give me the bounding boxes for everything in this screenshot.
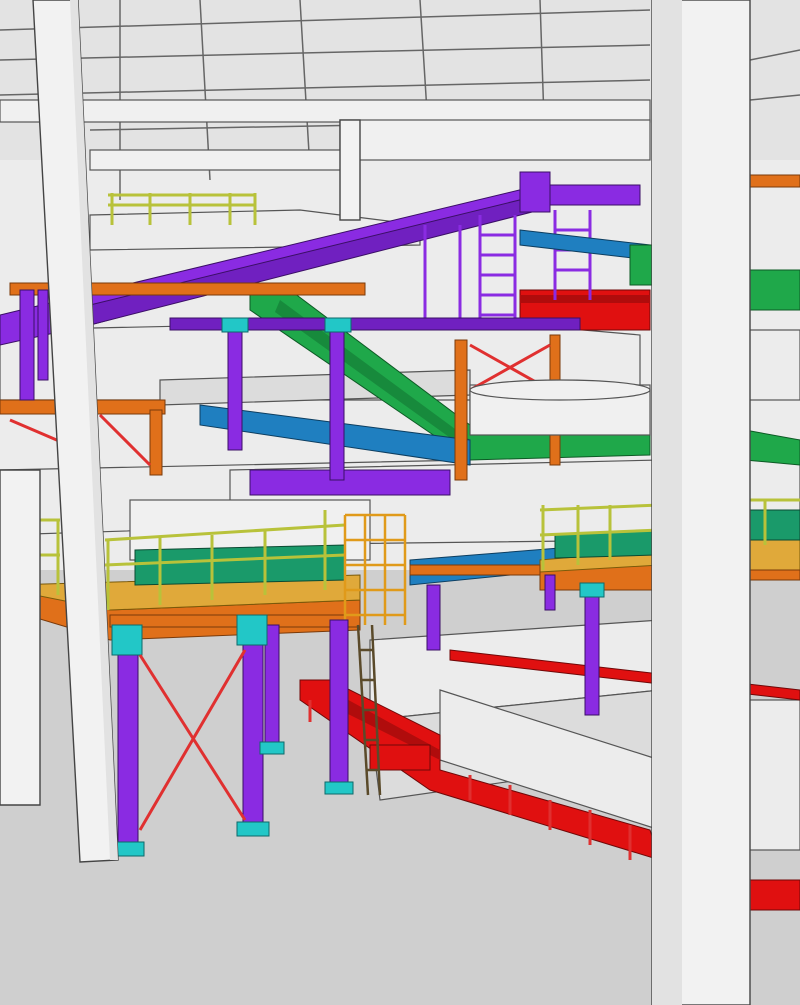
lower-purple-conveyor [249, 469, 451, 496]
plant-scene [0, 0, 800, 1005]
